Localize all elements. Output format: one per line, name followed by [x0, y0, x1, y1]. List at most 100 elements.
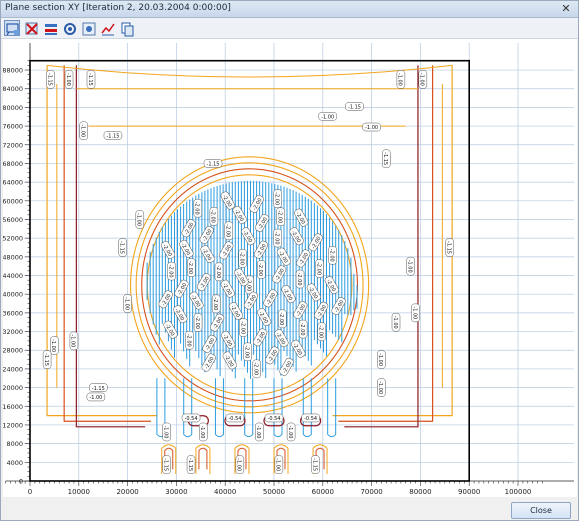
contour-label: -0.54	[301, 413, 320, 423]
svg-text:-2.00: -2.00	[204, 356, 216, 370]
svg-text:-2.00: -2.00	[299, 323, 305, 336]
svg-text:-2.00: -2.00	[194, 202, 200, 215]
contour-label-blue: -2.00	[293, 301, 308, 319]
svg-text:-2.00: -2.00	[185, 334, 191, 347]
svg-text:-2.00: -2.00	[282, 360, 294, 374]
contour-label: -1.00	[135, 210, 145, 229]
contour-label-blue: -2.00	[276, 207, 285, 227]
contour-label-blue: -2.00	[315, 259, 324, 278]
legend-button[interactable]	[99, 20, 115, 36]
contour-label: -1.00	[69, 331, 79, 351]
contour-label: -1.00	[377, 350, 386, 369]
svg-text:-1.00: -1.00	[50, 339, 56, 352]
contour-blue-leg	[273, 378, 283, 438]
contour-label-blue: -2.00	[308, 233, 323, 252]
contour-right	[332, 65, 453, 417]
svg-text:-1.00: -1.00	[365, 125, 378, 131]
y-tick-label: 88000	[3, 67, 23, 75]
window-title: Plane section XY [Iteration 2, 20.03.200…	[5, 3, 231, 13]
svg-text:-1.00: -1.00	[65, 73, 71, 86]
contour-label-blue: -2.00	[238, 249, 247, 268]
svg-text:-1.00: -1.00	[70, 334, 76, 347]
contour-label: -1.15	[42, 350, 52, 369]
contour-bottom-u	[198, 447, 208, 470]
contour-label: -1.15	[186, 455, 196, 474]
x-tick-label: 50000	[263, 488, 285, 496]
y-tick-label: 12000	[3, 421, 23, 429]
contour-label: -1.00	[64, 70, 74, 89]
contour-label-blue: -2.00	[296, 249, 311, 268]
svg-text:-2.00: -2.00	[239, 252, 245, 265]
contour-label: -0.54	[225, 413, 245, 423]
contour-label: -1.15	[203, 159, 223, 168]
contour-left	[75, 65, 146, 428]
y-tick-label: 0	[19, 478, 23, 486]
svg-text:-0.54: -0.54	[185, 416, 198, 422]
plot-area[interactable]: 0 10000 20000 30000 40000 50000 60000 70000 8000…	[2, 39, 577, 497]
svg-text:-1.15: -1.15	[119, 241, 125, 254]
svg-text:-1.15: -1.15	[187, 458, 193, 471]
contour-label-blue: -2.00	[295, 269, 305, 289]
contour-label-blue: -2.00	[167, 261, 176, 281]
toolbar	[1, 18, 578, 39]
svg-text:-2.00: -2.00	[318, 325, 324, 338]
svg-text:-2.00: -2.00	[278, 312, 284, 325]
svg-text:-1.00: -1.00	[406, 260, 412, 273]
contour-label: -1.00	[362, 122, 381, 132]
contour-label: -1.00	[406, 256, 415, 276]
section-lines-button[interactable]	[42, 20, 58, 36]
svg-text:-1.00: -1.00	[89, 395, 102, 401]
contour-label-blue: -2.00	[273, 189, 282, 208]
svg-text:-1.00: -1.00	[199, 425, 205, 438]
contour-label: -1.15	[89, 383, 108, 392]
settings-button[interactable]	[80, 20, 96, 36]
delete-grid-button[interactable]	[23, 20, 39, 36]
svg-text:-1.15: -1.15	[92, 386, 105, 392]
contour-blue-leg	[302, 378, 312, 438]
svg-text:-2.00: -2.00	[190, 294, 202, 308]
contour-plot[interactable]: 0 10000 20000 30000 40000 50000 60000 70000 8000…	[2, 39, 577, 497]
svg-text:-2.00: -2.00	[243, 345, 249, 358]
contour-label: -1.00	[162, 422, 171, 442]
contour-label: -1.15	[381, 149, 391, 169]
x-tick-label: 60000	[312, 488, 334, 496]
contour-label: -1.00	[411, 303, 420, 323]
window-close-icon[interactable]: ✕	[558, 1, 574, 16]
svg-text:-2.00: -2.00	[257, 216, 269, 230]
contour-label-blue: -2.00	[187, 258, 196, 277]
svg-text:-1.15: -1.15	[162, 458, 168, 471]
contour-label-blue: -2.00	[193, 313, 203, 332]
contour-label-blue: -2.00	[294, 208, 309, 227]
zoom-region-button[interactable]	[4, 20, 20, 36]
contour-label-blue: -2.00	[328, 246, 337, 265]
svg-text:-1.00: -1.00	[397, 73, 403, 86]
svg-text:-1.15: -1.15	[311, 458, 317, 471]
svg-text:-2.00: -2.00	[202, 228, 214, 242]
svg-text:-1.15: -1.15	[207, 162, 220, 168]
contour-label: -1.15	[103, 131, 123, 140]
contour-label-blue: -2.00	[221, 330, 236, 349]
close-button[interactable]: Close	[511, 502, 571, 519]
svg-text:-1.15: -1.15	[46, 73, 52, 86]
y-tick-label: 4000	[6, 459, 23, 467]
contour-label-blue: -2.00	[317, 322, 326, 342]
copy-icon	[121, 22, 134, 37]
contour-label: -1.00	[50, 336, 59, 355]
contour-label-blue: -2.00	[252, 359, 261, 379]
y-tick-label: 48000	[3, 253, 23, 261]
contour-label: -1.00	[377, 378, 386, 397]
section-lines-icon	[45, 24, 57, 35]
svg-text:-1.15: -1.15	[348, 105, 361, 111]
svg-text:-1.00: -1.00	[136, 213, 142, 226]
contour-label: -1.00	[286, 422, 296, 442]
layers-button[interactable]	[61, 20, 77, 36]
contour-label-blue: -2.00	[257, 260, 266, 279]
copy-button[interactable]	[118, 20, 134, 37]
svg-text:-2.00: -2.00	[257, 263, 263, 276]
svg-text:-1.15: -1.15	[106, 134, 119, 140]
contour-label: -1.00	[255, 422, 264, 442]
contour-label: -1.00	[123, 294, 132, 313]
svg-text:-1.15: -1.15	[87, 73, 93, 86]
contour-label-blue: -2.00	[232, 206, 247, 224]
svg-text:-2.00: -2.00	[315, 262, 321, 275]
